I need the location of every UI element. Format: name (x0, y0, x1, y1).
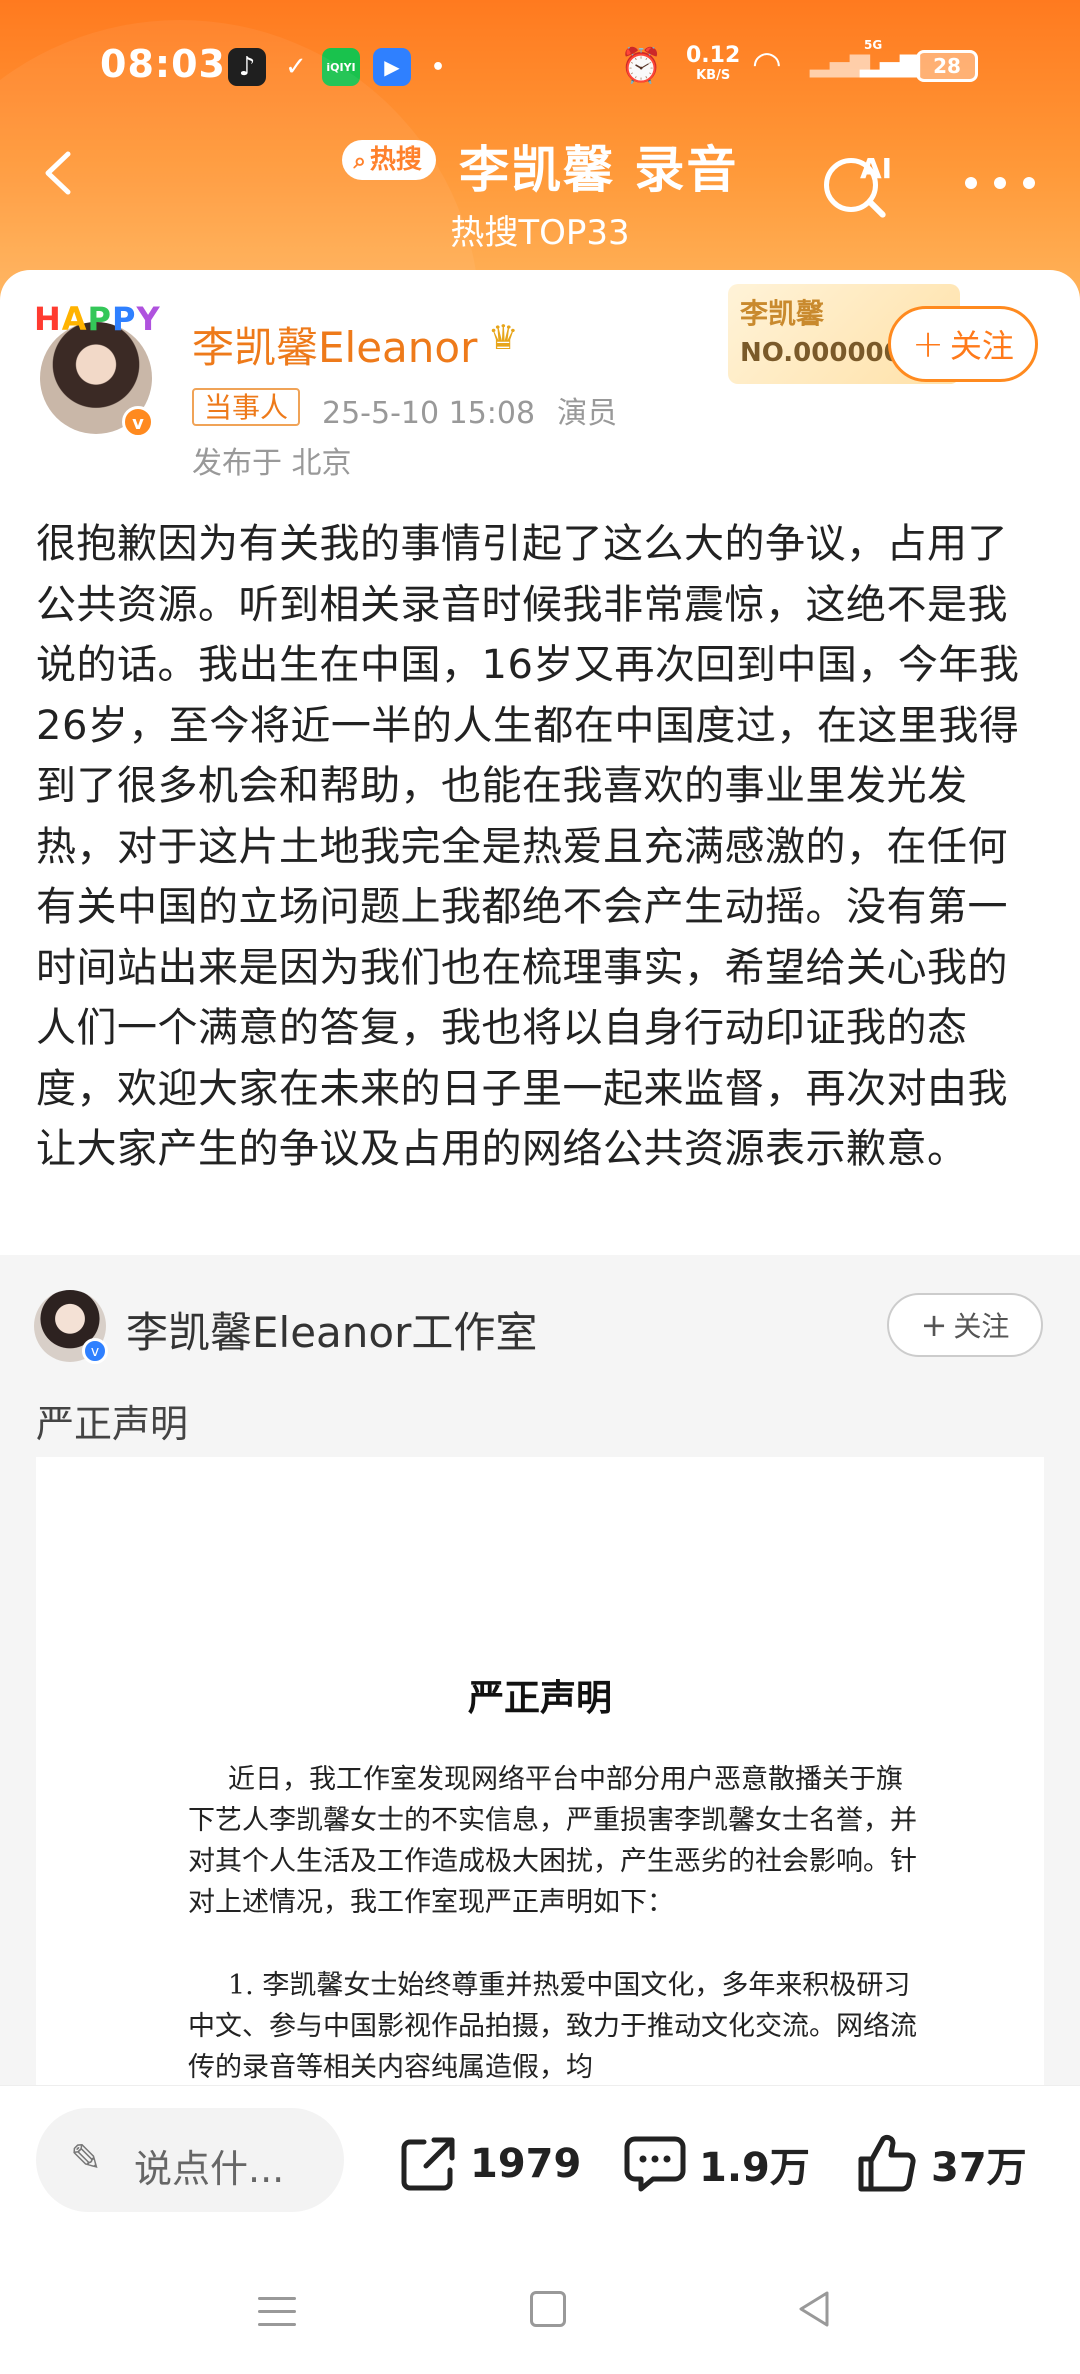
recent-apps-icon[interactable] (258, 2297, 296, 2336)
hot-search-badge: ⌕ 热搜 (341, 140, 436, 180)
follow-button[interactable]: + 关注 (888, 306, 1038, 382)
fan-card-name: 李凯馨 (740, 297, 825, 330)
verified-badge-icon: v (122, 406, 154, 438)
avatar-frame-happy: HAPPY (34, 300, 161, 338)
more-options-icon[interactable] (965, 168, 1035, 198)
status-bar: 08:03 ♪ ✓ iQIYI ▶ • ⏰ 0.12 KB/S ◠ ▂▄▆ 5G … (0, 0, 1080, 140)
page-title: 李凯馨 录音 (459, 141, 739, 199)
post-content: 很抱歉因为有关我的事情引起了这么大的争议，占用了公共资源。听到相关录音时候我非常… (36, 521, 1020, 1172)
battery-icon: 28 (916, 50, 978, 82)
comment-button[interactable]: 1.9万 (623, 2124, 810, 2204)
tencent-video-icon: ▶ (373, 48, 411, 86)
pencil-icon: ✎ (70, 2136, 102, 2180)
thumbs-up-icon (858, 2134, 916, 2192)
statement-title: 严正声明 (467, 1677, 612, 1719)
iqiyi-icon: iQIYI (322, 48, 360, 86)
statement-paragraph: 近日，我工作室发现网络平台中部分用户恶意散播关于旗下艺人李凯馨女士的不实信息，严… (188, 1764, 917, 1918)
post-date: 25-5-10 15:08 (322, 396, 536, 431)
fan-card-number: NO.000000 (740, 338, 902, 368)
back-icon[interactable] (36, 150, 82, 196)
post-card: HAPPY v 李凯馨Eleanor ♛ 当事人 25-5-10 15:08 演员… (0, 270, 1080, 1255)
author-role: 演员 (557, 396, 618, 431)
like-count: 37万 (931, 2145, 1027, 2191)
author-name[interactable]: 李凯馨Eleanor (192, 314, 477, 375)
home-icon[interactable] (530, 2291, 566, 2327)
system-nav-bar (0, 2245, 1080, 2374)
alarm-icon: ⏰ (620, 46, 663, 86)
search-icon: ⌕ (353, 149, 366, 174)
check-icon: ✓ (285, 52, 307, 82)
ai-search-button[interactable]: AI (820, 150, 900, 230)
status-time: 08:03 (100, 42, 226, 86)
plus-icon: + (912, 322, 944, 366)
comment-input[interactable]: ✎ 说点什... (36, 2108, 344, 2212)
share-count: 1979 (470, 2141, 582, 2187)
signal-5g-icon: ▂▄▆ (860, 48, 920, 78)
involved-party-tag: 当事人 (192, 388, 301, 426)
repost-text: 严正声明 (36, 1402, 189, 1446)
share-button[interactable]: 1979 (398, 2124, 581, 2204)
studio-name[interactable]: 李凯馨Eleanor工作室 (126, 1299, 537, 1360)
like-button[interactable]: 37万 (855, 2124, 1027, 2204)
plus-icon: + (920, 1306, 948, 1344)
nav-back-icon[interactable] (795, 2289, 835, 2329)
comment-count: 1.9万 (699, 2145, 810, 2191)
net-speed: 0.12 KB/S (686, 43, 741, 84)
post-meta: 25-5-10 15:08 演员 (322, 388, 617, 432)
statement-image[interactable]: 严正声明 近日，我工作室发现网络平台中部分用户恶意散播关于旗下艺人李凯馨女士的不… (36, 1457, 1044, 2085)
status-indicators: ⏰ 0.12 KB/S ◠ ▂▄▆ 5G ▂▄▆ 28 (620, 38, 1080, 90)
post-location: 发布于 北京 (192, 446, 352, 481)
statement-paragraph: 1. 李凯馨女士始终尊重并热爱中国文化，多年来积极研习中文、参与中国影视作品拍摄… (188, 1970, 917, 2083)
comment-placeholder: 说点什... (134, 2147, 285, 2191)
action-bar: ✎ 说点什... 1979 1.9万 37万 (0, 2085, 1080, 2246)
title-bar: ⌕ 热搜 李凯馨 录音 (0, 130, 1080, 202)
crown-icon: ♛ (488, 318, 519, 358)
reposted-weibo[interactable]: v 李凯馨Eleanor工作室 + 关注 严正声明 严正声明 近日，我工作室发现网… (0, 1255, 1080, 2085)
header: 08:03 ♪ ✓ iQIYI ▶ • ⏰ 0.12 KB/S ◠ ▂▄▆ 5G … (0, 0, 1080, 300)
blue-verified-icon: v (82, 1338, 108, 1364)
hot-rank-subtitle[interactable]: 热搜TOP33 (0, 205, 1080, 254)
share-icon (401, 2137, 455, 2191)
comment-icon (624, 2136, 686, 2192)
wifi-icon: ◠ (752, 44, 782, 84)
more-notifications-icon: • (430, 54, 446, 80)
tiktok-icon: ♪ (228, 48, 266, 86)
studio-follow-button[interactable]: + 关注 (887, 1293, 1043, 1357)
author-avatar[interactable]: HAPPY v (34, 300, 164, 438)
